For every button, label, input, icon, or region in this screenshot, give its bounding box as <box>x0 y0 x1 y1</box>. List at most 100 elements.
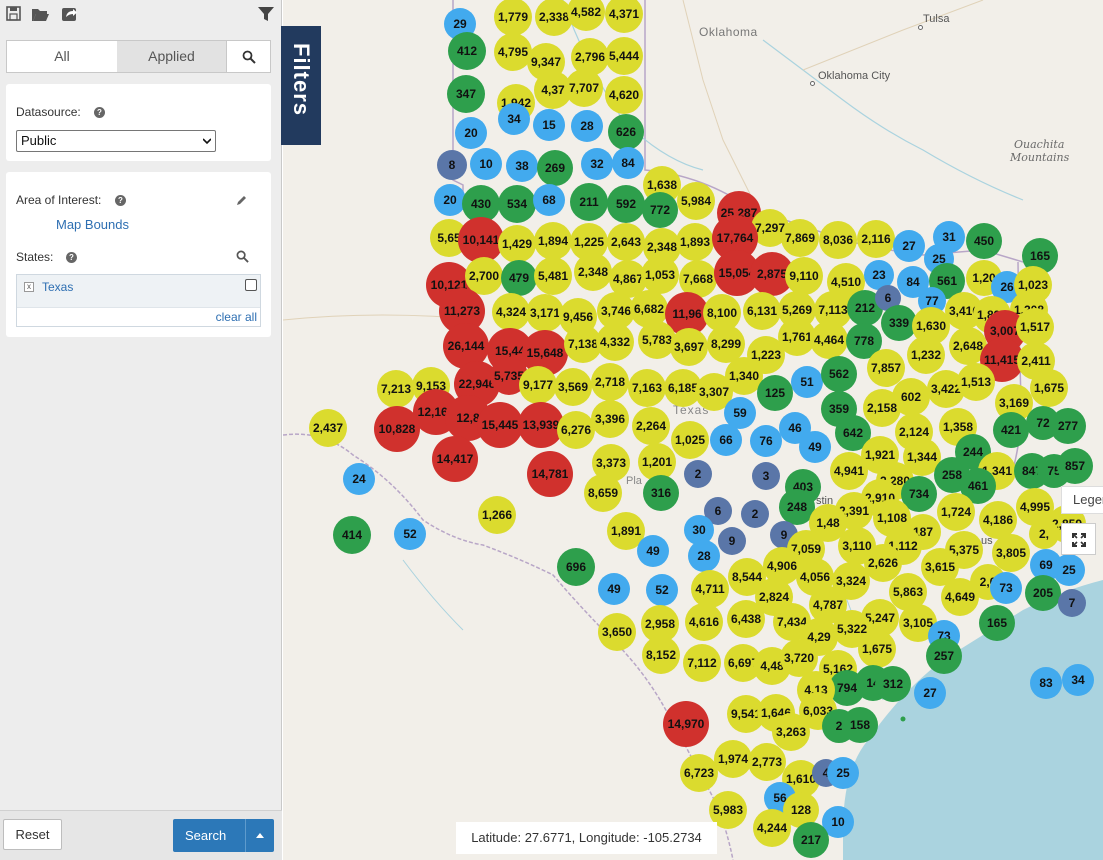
map-cluster-marker[interactable]: 1,893 <box>676 223 714 261</box>
edit-pencil-icon[interactable] <box>236 194 248 206</box>
map-cluster-marker[interactable]: 772 <box>642 192 678 228</box>
map-cluster-marker[interactable]: 5,444 <box>605 37 643 75</box>
map-cluster-marker[interactable]: 32 <box>581 148 613 180</box>
map-cluster-marker[interactable]: 27 <box>914 677 946 709</box>
map-cluster-marker[interactable]: 9 <box>718 527 746 555</box>
map-cluster-marker[interactable]: 6,723 <box>680 754 718 792</box>
map-cluster-marker[interactable]: 165 <box>979 605 1015 641</box>
map-cluster-marker[interactable]: 9,177 <box>519 366 557 404</box>
map-cluster-marker[interactable]: 1,675 <box>1030 369 1068 407</box>
tab-applied[interactable]: Applied <box>117 41 226 72</box>
map-cluster-marker[interactable]: 7,213 <box>377 370 415 408</box>
state-name[interactable]: Texas <box>42 280 73 294</box>
map-cluster-marker[interactable]: 14,781 <box>527 451 573 497</box>
map-cluster-marker[interactable]: 316 <box>643 475 679 511</box>
map-cluster-marker[interactable]: 28 <box>688 540 720 572</box>
search-icon[interactable] <box>236 250 249 263</box>
map-cluster-marker[interactable]: 2 <box>684 460 712 488</box>
map-cluster-marker[interactable]: 1,025 <box>671 421 709 459</box>
map-cluster-marker[interactable]: 158 <box>842 707 878 743</box>
map-cluster-marker[interactable]: 4,244 <box>753 809 791 847</box>
map-cluster-marker[interactable]: 257 <box>926 638 962 674</box>
map-cluster-marker[interactable]: 2,264 <box>632 407 670 445</box>
map-cluster-marker[interactable]: 5,984 <box>677 182 715 220</box>
map-view[interactable]: Oklahoma Tulsa Oklahoma City Ouachita Mo… <box>283 0 1103 860</box>
map-cluster-marker[interactable]: 592 <box>607 185 645 223</box>
map-cluster-marker[interactable]: 84 <box>612 147 644 179</box>
map-cluster-marker[interactable]: 4,332 <box>596 323 634 361</box>
filters-panel-toggle[interactable]: Filters <box>281 26 321 145</box>
map-cluster-marker[interactable]: 52 <box>394 518 426 550</box>
clear-all-link[interactable]: clear all <box>216 310 257 324</box>
map-cluster-marker[interactable]: 269 <box>537 150 573 186</box>
map-cluster-marker[interactable]: 2,348 <box>574 253 612 291</box>
map-cluster-marker[interactable]: 3 <box>752 462 780 490</box>
map-cluster-marker[interactable]: 68 <box>533 184 565 216</box>
map-cluster-marker[interactable]: 28 <box>571 110 603 142</box>
map-cluster-marker[interactable]: 421 <box>993 412 1029 448</box>
save-icon[interactable] <box>4 4 24 24</box>
map-cluster-marker[interactable]: 20 <box>434 184 466 216</box>
map-cluster-marker[interactable]: 562 <box>821 356 857 392</box>
map-cluster-marker[interactable]: 626 <box>608 114 644 150</box>
map-cluster-marker[interactable]: 66 <box>710 424 742 456</box>
map-cluster-marker[interactable]: 3,697 <box>670 328 708 366</box>
map-cluster-marker[interactable]: 1,429 <box>498 225 536 263</box>
map-cluster-marker[interactable]: 10 <box>470 148 502 180</box>
share-icon[interactable] <box>60 4 80 24</box>
map-cluster-marker[interactable]: 7,112 <box>683 644 721 682</box>
help-icon[interactable]: ? <box>115 195 126 206</box>
map-cluster-marker[interactable]: 4,464 <box>810 321 848 359</box>
map-cluster-marker[interactable]: 51 <box>791 366 823 398</box>
map-cluster-marker[interactable]: 24 <box>343 463 375 495</box>
map-cluster-marker[interactable]: 857 <box>1057 448 1093 484</box>
map-cluster-marker[interactable]: 8,152 <box>642 636 680 674</box>
map-cluster-marker[interactable]: 217 <box>793 822 829 858</box>
map-cluster-marker[interactable]: 450 <box>966 223 1002 259</box>
map-cluster-marker[interactable]: 2,116 <box>857 220 895 258</box>
legend-button[interactable]: Legend <box>1061 486 1103 514</box>
map-cluster-marker[interactable]: 7,869 <box>781 219 819 257</box>
map-cluster-marker[interactable]: 2,437 <box>309 409 347 447</box>
remove-state-icon[interactable]: x <box>24 282 34 292</box>
map-cluster-marker[interactable]: 3,396 <box>591 400 629 438</box>
map-cluster-marker[interactable]: 34 <box>1062 664 1094 696</box>
map-cluster-marker[interactable]: 4,711 <box>691 570 729 608</box>
search-button[interactable]: Search <box>173 819 274 852</box>
map-bounds-link[interactable]: Map Bounds <box>56 217 129 232</box>
map-cluster-marker[interactable]: 4,620 <box>605 76 643 114</box>
map-cluster-marker[interactable]: 1,517 <box>1016 308 1054 346</box>
map-cluster-marker[interactable]: 3,650 <box>598 613 636 651</box>
map-cluster-marker[interactable]: 7,163 <box>628 369 666 407</box>
map-cluster-marker[interactable]: 211 <box>570 183 608 221</box>
map-cluster-marker[interactable]: 1,053 <box>641 256 679 294</box>
reset-button[interactable]: Reset <box>3 819 62 850</box>
map-cluster-marker[interactable]: 479 <box>501 260 537 296</box>
map-cluster-marker[interactable]: 534 <box>498 185 536 223</box>
search-options-dropdown[interactable] <box>245 819 274 852</box>
open-folder-icon[interactable] <box>30 4 50 24</box>
map-cluster-marker[interactable]: 6,131 <box>743 292 781 330</box>
map-cluster-marker[interactable]: 277 <box>1050 408 1086 444</box>
tab-all[interactable]: All <box>7 41 117 72</box>
map-cluster-marker[interactable]: 1,894 <box>534 222 572 260</box>
map-cluster-marker[interactable]: 347 <box>447 75 485 113</box>
map-cluster-marker[interactable]: 10,828 <box>374 406 420 452</box>
map-cluster-marker[interactable]: 414 <box>333 516 371 554</box>
map-cluster-marker[interactable]: 2,643 <box>607 223 645 261</box>
map-cluster-marker[interactable]: 10,141 <box>458 217 504 263</box>
map-cluster-marker[interactable]: 2 <box>741 500 769 528</box>
map-cluster-marker[interactable]: 2,773 <box>748 743 786 781</box>
expand-map-button[interactable] <box>1061 523 1096 555</box>
map-cluster-marker[interactable]: 14,970 <box>663 701 709 747</box>
map-cluster-marker[interactable]: 1,675 <box>858 630 896 668</box>
map-cluster-marker[interactable]: 1,724 <box>937 493 975 531</box>
map-cluster-marker[interactable]: 25 <box>827 757 859 789</box>
map-cluster-marker[interactable]: 4,941 <box>830 452 868 490</box>
map-cluster-marker[interactable]: 49 <box>637 535 669 567</box>
datasource-select[interactable]: Public <box>16 130 216 152</box>
map-cluster-marker[interactable]: 14,417 <box>432 436 478 482</box>
map-cluster-marker[interactable]: 125 <box>757 375 793 411</box>
map-cluster-marker[interactable]: 2,158 <box>863 389 901 427</box>
help-icon[interactable]: ? <box>94 107 105 118</box>
